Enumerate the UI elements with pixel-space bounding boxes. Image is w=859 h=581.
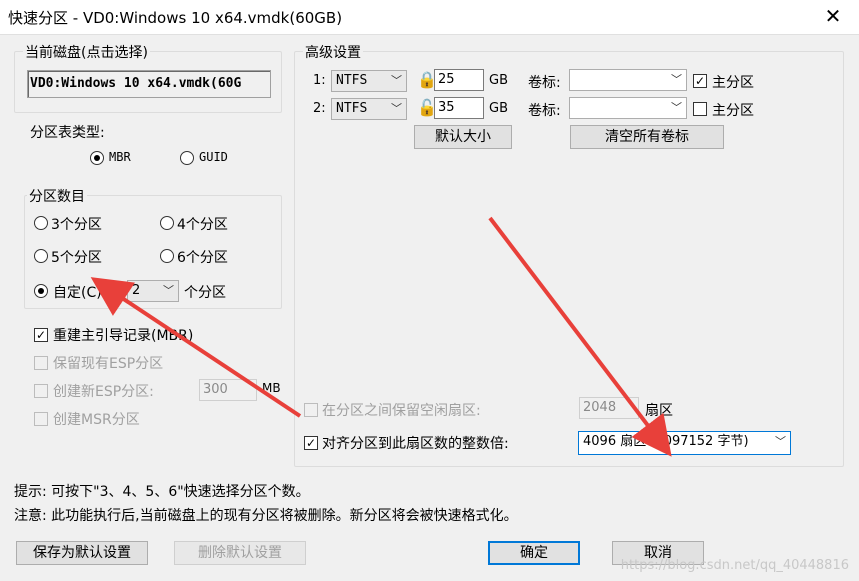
arrow-to-align: [488, 216, 672, 457]
arrow-to-custom: [90, 277, 302, 418]
annotation-arrows: [90, 216, 672, 457]
